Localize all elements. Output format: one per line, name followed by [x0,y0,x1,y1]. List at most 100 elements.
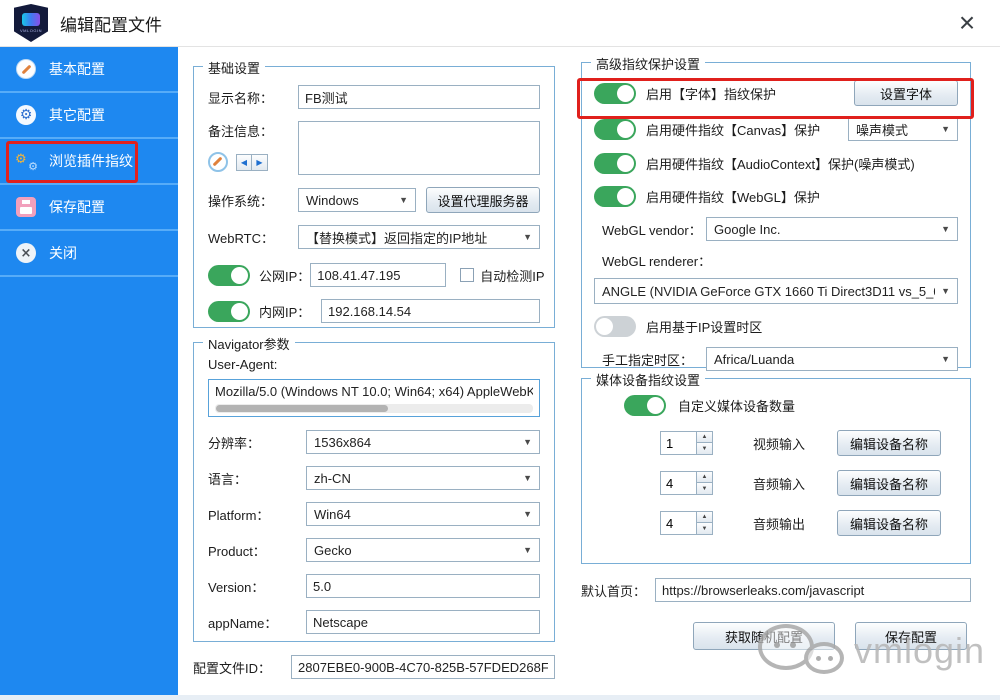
compass-random-icon[interactable] [208,152,228,172]
basic-settings-legend: 基础设置 [203,58,266,77]
webgl-protect-toggle[interactable] [594,185,636,207]
timezone-label: 手工指定时区： [602,352,694,368]
user-agent-value: Mozilla/5.0 (Windows NT 10.0; Win64; x64… [215,384,533,399]
chevron-down-icon: ▼ [399,195,408,205]
webrtc-mode-select[interactable]: 【替换模式】返回指定的IP地址 ▼ [298,225,540,249]
audio-output-count-spinner: ▲ ▼ [660,511,713,535]
note-label: 备注信息： [208,124,274,139]
audiocontext-protect-toggle[interactable] [594,152,636,174]
sidebar-item-basic-config[interactable]: 基本配置 [0,47,178,93]
webgl-vendor-select[interactable]: Google Inc. ▼ [706,217,958,241]
sidebar-item-label: 其它配置 [49,107,105,123]
footer-buttons: 获取随机配置 保存配置 [693,622,967,650]
public-ip-input[interactable] [310,263,447,287]
language-select[interactable]: zh-CN ▼ [306,466,540,490]
spinner-up-icon[interactable]: ▲ [696,431,713,443]
profile-id-input[interactable] [291,655,555,679]
display-name-label: 显示名称： [208,90,274,106]
sidebar-item-save-config[interactable]: 保存配置 [0,185,178,231]
spinner-down-icon[interactable]: ▼ [696,523,713,535]
sidebar-item-label: 关闭 [49,245,77,261]
spinner-up-icon[interactable]: ▲ [696,471,713,483]
note-textarea[interactable] [298,121,540,175]
webgl-renderer-value: ANGLE (NVIDIA GeForce GTX 1660 Ti Direct… [602,283,935,299]
canvas-protect-toggle[interactable] [594,118,636,140]
note-prev-button[interactable]: ◀ [236,153,252,171]
homepage-input[interactable] [655,578,971,602]
profile-id-label: 配置文件ID： [193,660,272,676]
spinner-down-icon[interactable]: ▼ [696,483,713,495]
auto-detect-ip-checkbox[interactable] [460,268,475,282]
media-legend: 媒体设备指纹设置 [591,370,706,389]
lan-ip-input[interactable] [321,299,540,323]
close-window-button[interactable]: × [950,6,984,40]
edit-video-devices-button[interactable]: 编辑设备名称 [837,430,941,456]
display-name-input[interactable] [298,85,540,109]
random-config-button[interactable]: 获取随机配置 [693,622,835,650]
timezone-select[interactable]: Africa/Luanda ▼ [706,347,958,371]
video-input-count[interactable] [660,431,696,455]
spinner-down-icon[interactable]: ▼ [696,443,713,455]
spinner-up-icon[interactable]: ▲ [696,511,713,523]
webgl-vendor-value: Google Inc. [714,221,781,237]
custom-media-count-label: 自定义媒体设备数量 [678,399,796,414]
edit-audio-output-devices-button[interactable]: 编辑设备名称 [837,510,941,536]
chevron-down-icon: ▼ [941,124,950,134]
webgl-renderer-select[interactable]: ANGLE (NVIDIA GeForce GTX 1660 Ti Direct… [594,278,958,304]
note-next-button[interactable]: ▶ [252,153,268,171]
set-fonts-button[interactable]: 设置字体 [854,80,958,106]
logo-mark [22,13,40,26]
canvas-mode-select[interactable]: 噪声模式 ▼ [848,117,958,141]
gear-glyph: ⚙ [28,160,38,173]
homepage-label: 默认首页： [581,583,647,599]
set-proxy-button[interactable]: 设置代理服务器 [426,187,540,213]
audio-input-count[interactable] [660,471,696,495]
sidebar-item-other-config[interactable]: ⚙ 其它配置 [0,93,178,139]
custom-media-count-toggle[interactable] [624,395,666,416]
chevron-down-icon: ▼ [523,437,532,447]
os-label: 操作系统： [208,193,274,209]
video-input-count-spinner: ▲ ▼ [660,431,713,455]
os-select[interactable]: Windows ▼ [298,188,416,212]
save-icon [16,197,36,217]
os-select-value: Windows [306,192,359,208]
audiocontext-protect-label: 启用硬件指纹【AudioContext】保护(噪声模式) [646,156,915,172]
app-logo: VMLOGIN [14,4,48,42]
audio-output-count[interactable] [660,511,696,535]
version-input[interactable] [306,574,540,598]
public-ip-toggle[interactable] [208,264,250,286]
product-select[interactable]: Gecko ▼ [306,538,540,562]
sidebar-item-plugin-fingerprint[interactable]: ⚙ ⚙ 浏览插件指纹 [0,139,178,185]
font-protect-toggle[interactable] [594,82,636,104]
lan-ip-toggle[interactable] [208,300,250,322]
auto-detect-ip-label: 自动检测IP [480,268,545,284]
edit-audio-input-devices-button[interactable]: 编辑设备名称 [837,470,941,496]
media-device-group: 媒体设备指纹设置 自定义媒体设备数量 ▲ ▼ 视频输入 编辑设备名称 ▲ ▼ 音… [581,370,971,564]
appname-input[interactable] [306,610,540,634]
platform-value: Win64 [314,506,351,522]
video-input-label: 视频输入 [753,436,806,452]
webgl-renderer-label: WebGL renderer： [602,254,712,269]
navigator-legend: Navigator参数 [203,334,295,353]
resolution-select[interactable]: 1536x864 ▼ [306,430,540,454]
close-circle-icon: × [16,243,36,263]
product-value: Gecko [314,542,352,558]
webgl-protect-label: 启用硬件指纹【WebGL】保护 [646,189,820,205]
version-label: Version： [208,579,265,595]
user-agent-label: User-Agent: [208,357,278,372]
platform-select[interactable]: Win64 ▼ [306,502,540,526]
sidebar: 基本配置 ⚙ 其它配置 ⚙ ⚙ 浏览插件指纹 保存配置 × 关闭 [0,47,178,695]
webrtc-label: WebRTC： [208,230,274,246]
scrollbar-thumb[interactable] [216,405,388,412]
chevron-down-icon: ▼ [941,224,950,234]
profile-id-row: 配置文件ID： [193,655,555,679]
navigator-group: Navigator参数 User-Agent: Mozilla/5.0 (Win… [193,334,555,642]
user-agent-field[interactable]: Mozilla/5.0 (Windows NT 10.0; Win64; x64… [208,379,540,417]
language-value: zh-CN [314,470,351,486]
sidebar-item-label: 基本配置 [49,61,105,77]
sidebar-item-close[interactable]: × 关闭 [0,231,178,277]
user-agent-scrollbar[interactable] [215,404,533,413]
ip-timezone-toggle[interactable] [594,315,636,337]
sidebar-item-label: 浏览插件指纹 [49,153,133,169]
save-config-button[interactable]: 保存配置 [855,622,967,650]
